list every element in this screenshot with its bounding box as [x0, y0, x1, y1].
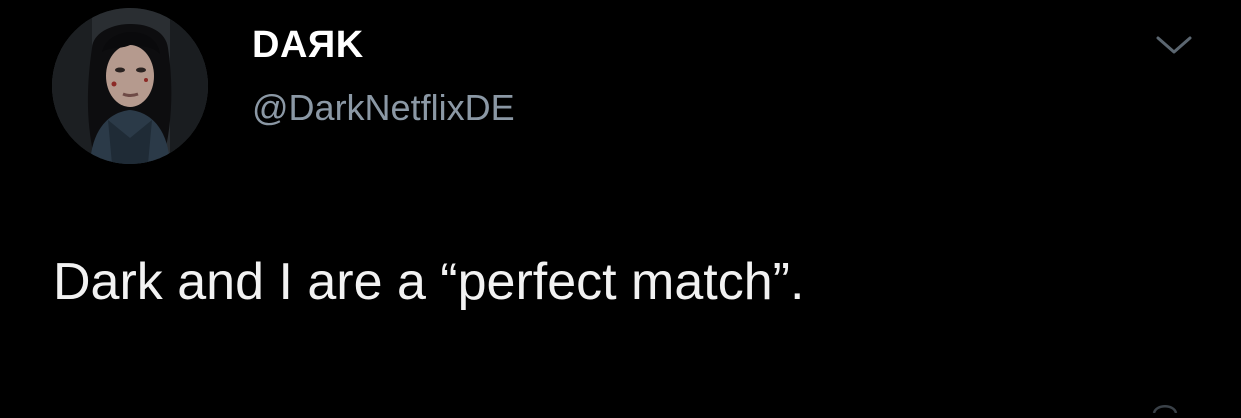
avatar-portrait-image [52, 8, 208, 164]
user-handle[interactable]: @DarkNetflixDE [252, 90, 515, 126]
chevron-down-icon [1156, 36, 1192, 54]
partial-icon [1150, 400, 1180, 414]
display-name[interactable]: DAЯK [252, 26, 364, 64]
more-options-button[interactable] [1152, 30, 1196, 60]
tweet-card: DAЯK @DarkNetflixDE Dark and I are a “pe… [0, 0, 1241, 414]
tweet-text: Dark and I are a “perfect match”. [53, 253, 805, 311]
avatar[interactable] [52, 8, 208, 164]
